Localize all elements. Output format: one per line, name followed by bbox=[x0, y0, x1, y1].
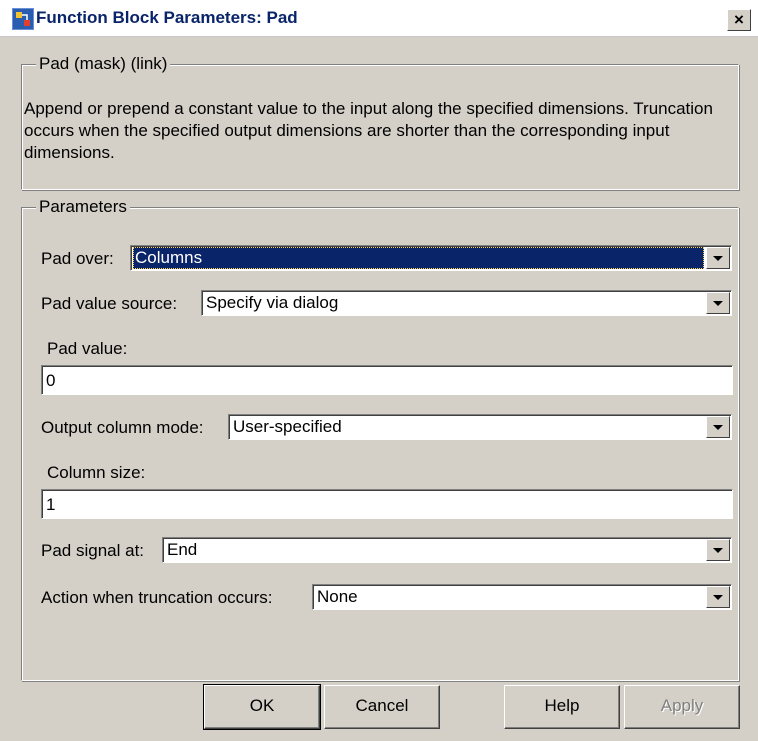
pad-value-label: Pad value: bbox=[47, 339, 128, 358]
ok-button[interactable]: OK bbox=[203, 684, 321, 730]
chevron-down-icon[interactable] bbox=[706, 586, 730, 608]
chevron-down-icon[interactable] bbox=[706, 539, 730, 561]
title-bar: Function Block Parameters: Pad × bbox=[0, 0, 758, 37]
column-size-text: 1 bbox=[46, 495, 56, 514]
block-description: Append or prepend a constant value to th… bbox=[24, 99, 713, 162]
simulink-block-icon bbox=[12, 8, 34, 30]
action-truncation-value: None bbox=[317, 587, 358, 606]
window-title: Function Block Parameters: Pad bbox=[36, 8, 298, 27]
column-size-input[interactable]: 1 bbox=[41, 489, 733, 519]
chevron-down-icon[interactable] bbox=[706, 247, 730, 269]
pad-value-source-label: Pad value source: bbox=[41, 294, 178, 313]
pad-signal-at-label: Pad signal at: bbox=[41, 541, 145, 560]
help-button[interactable]: Help bbox=[504, 685, 620, 729]
close-button[interactable]: × bbox=[727, 9, 751, 31]
chevron-down-icon[interactable] bbox=[706, 416, 730, 438]
mask-legend: Pad (mask) (link) bbox=[36, 54, 171, 74]
parameters-legend: Parameters bbox=[36, 197, 130, 217]
action-truncation-label: Action when truncation occurs: bbox=[41, 588, 273, 607]
pad-value-source-dropdown[interactable]: Specify via dialog bbox=[201, 290, 732, 316]
pad-value-text: 0 bbox=[46, 371, 56, 390]
output-column-mode-value: User-specified bbox=[233, 417, 342, 436]
cancel-button[interactable]: Cancel bbox=[324, 685, 440, 729]
pad-value-source-value: Specify via dialog bbox=[206, 293, 339, 312]
column-size-label: Column size: bbox=[47, 463, 146, 482]
close-icon: × bbox=[734, 10, 744, 29]
action-truncation-dropdown[interactable]: None bbox=[312, 584, 732, 610]
apply-button[interactable]: Apply bbox=[624, 685, 740, 729]
chevron-down-icon[interactable] bbox=[706, 292, 730, 314]
pad-over-value: Columns bbox=[133, 247, 704, 269]
output-column-mode-dropdown[interactable]: User-specified bbox=[228, 414, 732, 440]
pad-over-label: Pad over: bbox=[41, 249, 114, 268]
pad-value-input[interactable]: 0 bbox=[41, 365, 733, 395]
output-column-mode-label: Output column mode: bbox=[41, 418, 204, 437]
pad-signal-at-dropdown[interactable]: End bbox=[162, 537, 732, 563]
pad-over-dropdown[interactable]: Columns bbox=[130, 245, 732, 271]
pad-signal-at-value: End bbox=[167, 540, 198, 559]
